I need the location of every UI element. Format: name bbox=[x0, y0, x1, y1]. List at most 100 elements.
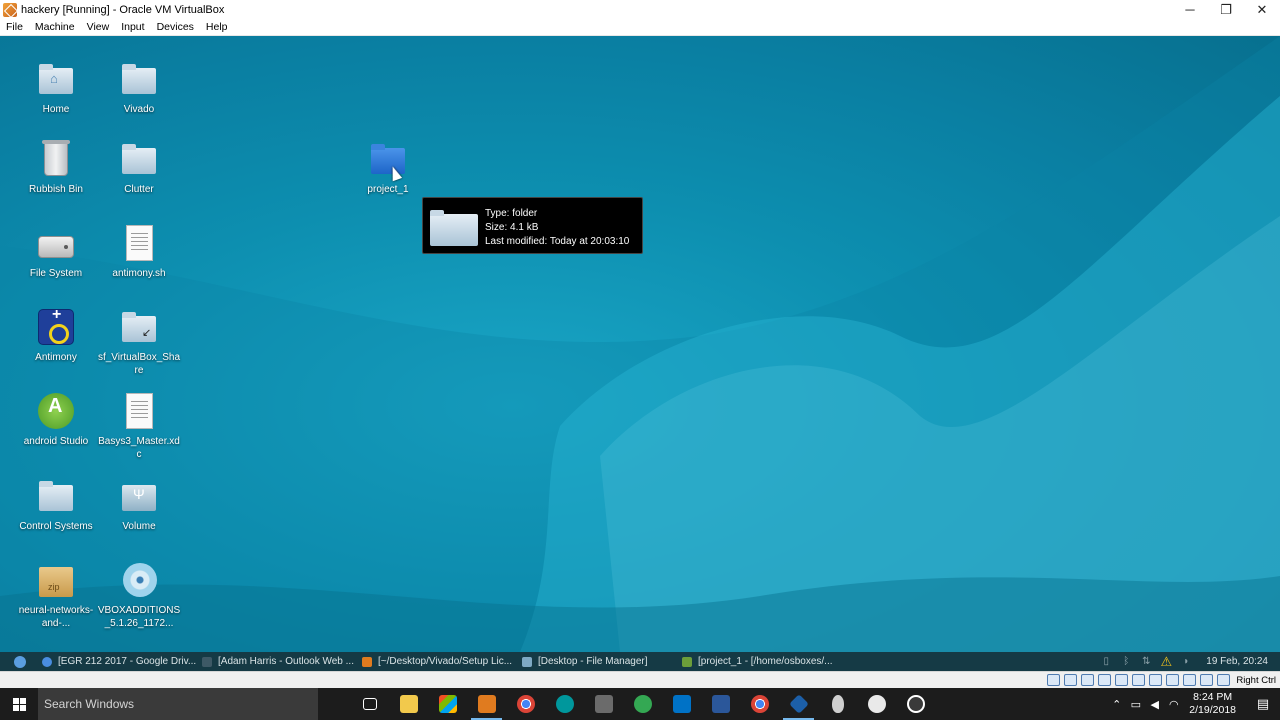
desktop-icon-antimony[interactable]: Antimony bbox=[14, 308, 98, 364]
warning-icon[interactable]: ⚠ bbox=[1156, 654, 1176, 670]
drive-icon bbox=[38, 236, 74, 258]
windows-clock[interactable]: 8:24 PM 2/19/2018 bbox=[1183, 691, 1246, 717]
desktop-icon-control-systems[interactable]: Control Systems bbox=[14, 477, 98, 533]
task-label: [EGR 212 2017 - Google Driv... bbox=[58, 656, 197, 667]
guest-applications-menu-button[interactable] bbox=[0, 652, 40, 671]
taskbar-sublime[interactable] bbox=[467, 688, 506, 720]
desktop-icon-antimony-sh[interactable]: antimony.sh bbox=[97, 224, 181, 280]
display-status-icon[interactable] bbox=[1149, 674, 1163, 686]
wifi-icon[interactable]: ◠ bbox=[1164, 698, 1183, 711]
desktop-icon-clutter[interactable]: Clutter bbox=[97, 140, 181, 196]
obs-icon bbox=[906, 695, 925, 713]
desktop-icon-sf-virtualbox-share[interactable]: sf_VirtualBox_Share bbox=[97, 308, 181, 377]
folder-icon bbox=[122, 64, 156, 94]
virtualbox-icon bbox=[788, 694, 809, 714]
guest-task-project-1[interactable]: [project_1 - [/home/osboxes/... bbox=[680, 656, 855, 667]
guest-task-setup-license[interactable]: [~/Desktop/Vivado/Setup Lic... bbox=[360, 656, 520, 667]
paint-icon bbox=[867, 695, 886, 713]
desktop-icon-file-system[interactable]: File System bbox=[14, 224, 98, 280]
taskbar-file-explorer[interactable] bbox=[389, 688, 428, 720]
menu-file[interactable]: File bbox=[0, 21, 29, 33]
menu-help[interactable]: Help bbox=[200, 21, 234, 33]
taskbar-word[interactable] bbox=[701, 688, 740, 720]
start-button[interactable] bbox=[0, 688, 38, 720]
minimize-button[interactable]: ─ bbox=[1172, 0, 1208, 19]
taskbar-store[interactable] bbox=[428, 688, 467, 720]
icon-label: Basys3_Master.xdc bbox=[98, 436, 180, 460]
icon-label: Antimony bbox=[35, 352, 77, 363]
bluetooth-icon[interactable]: ᛒ bbox=[1116, 656, 1136, 667]
guest-system-tray: ▯ ᛒ ⇅ ⚠ ◗ 19 Feb, 20:24 bbox=[1096, 654, 1280, 670]
usb-drive-icon bbox=[122, 485, 156, 511]
windows-logo-icon bbox=[12, 697, 26, 711]
vbox-status-bar: Right Ctrl bbox=[0, 671, 1280, 688]
network-icon[interactable]: ⇅ bbox=[1136, 656, 1156, 667]
task-label: [Desktop - File Manager] bbox=[538, 656, 648, 667]
trash-icon bbox=[42, 140, 70, 176]
usb-status-icon[interactable] bbox=[1115, 674, 1129, 686]
taskbar-calculator[interactable] bbox=[584, 688, 623, 720]
tooltip-size: Size: 4.1 kB bbox=[485, 222, 539, 233]
folder-icon bbox=[122, 144, 156, 174]
action-center-icon[interactable]: ▤ bbox=[1246, 696, 1280, 712]
windows-search-box[interactable]: Search Windows bbox=[38, 688, 318, 720]
vbox-title-bar: hackery [Running] - Oracle VM VirtualBox… bbox=[0, 0, 1280, 19]
taskbar-paint[interactable] bbox=[857, 688, 896, 720]
desktop-icon-neural-networks[interactable]: neural-networks-and-... bbox=[14, 561, 98, 630]
icon-label: android Studio bbox=[23, 436, 89, 447]
network-status-icon[interactable] bbox=[1098, 674, 1112, 686]
audio-status-icon[interactable] bbox=[1081, 674, 1095, 686]
video-capture-status-icon[interactable] bbox=[1166, 674, 1180, 686]
guest-clock[interactable]: 19 Feb, 20:24 bbox=[1206, 656, 1268, 667]
desktop-icon-android-studio[interactable]: android Studio bbox=[14, 392, 98, 448]
menu-input[interactable]: Input bbox=[115, 21, 150, 33]
taskbar-arduino[interactable] bbox=[545, 688, 584, 720]
guest-task-outlook[interactable]: [Adam Harris - Outlook Web ... bbox=[200, 656, 360, 667]
battery-icon[interactable]: ▯ bbox=[1096, 656, 1116, 667]
icon-label: Home bbox=[42, 104, 70, 115]
taskbar-mouse-app[interactable] bbox=[818, 688, 857, 720]
desktop-icon-home[interactable]: Home bbox=[14, 60, 98, 116]
task-view-button[interactable] bbox=[350, 688, 389, 720]
shared-folders-status-icon[interactable] bbox=[1132, 674, 1146, 686]
icon-label: Rubbish Bin bbox=[29, 184, 83, 195]
close-button[interactable]: ✕ bbox=[1244, 0, 1280, 19]
desktop-icon-basys3-master[interactable]: Basys3_Master.xdc bbox=[97, 392, 181, 461]
hard-disk-status-icon[interactable] bbox=[1047, 674, 1061, 686]
taskbar-maps[interactable] bbox=[623, 688, 662, 720]
word-icon bbox=[711, 695, 730, 713]
taskbar-chrome[interactable] bbox=[506, 688, 545, 720]
taskbar-chrome-2[interactable] bbox=[740, 688, 779, 720]
speaker-icon[interactable]: ◀ bbox=[1145, 698, 1164, 711]
menu-view[interactable]: View bbox=[81, 21, 116, 33]
desktop-icon-vivado[interactable]: Vivado bbox=[97, 60, 181, 116]
script-file-icon bbox=[126, 225, 153, 261]
cpu-status-icon[interactable] bbox=[1183, 674, 1197, 686]
guest-taskbar: [EGR 212 2017 - Google Driv... [Adam Har… bbox=[0, 652, 1280, 671]
optical-drive-status-icon[interactable] bbox=[1064, 674, 1078, 686]
desktop-icon-vboxadditions[interactable]: VBOXADDITIONS_5.1.26_1172... bbox=[97, 561, 181, 630]
taskbar-outlook[interactable] bbox=[662, 688, 701, 720]
outlook-icon bbox=[672, 695, 691, 713]
taskbar-virtualbox[interactable] bbox=[779, 688, 818, 720]
menu-machine[interactable]: Machine bbox=[29, 21, 81, 33]
desktop-icon-volume[interactable]: Volume bbox=[97, 477, 181, 533]
keyboard-capture-status-icon[interactable] bbox=[1217, 674, 1231, 686]
taskbar-obs[interactable] bbox=[896, 688, 935, 720]
menu-devices[interactable]: Devices bbox=[151, 21, 200, 33]
power-icon[interactable]: ▭ bbox=[1126, 698, 1145, 711]
vivado-icon bbox=[682, 656, 692, 667]
guest-desktop[interactable]: Home Vivado Rubbish Bin Clutter File Sys… bbox=[0, 36, 1280, 652]
restore-button[interactable]: ❐ bbox=[1208, 0, 1244, 19]
guest-task-google-drive[interactable]: [EGR 212 2017 - Google Driv... bbox=[40, 656, 200, 667]
chrome-icon bbox=[750, 695, 769, 713]
mouse-integration-status-icon[interactable] bbox=[1200, 674, 1214, 686]
show-hidden-icons-chevron-icon[interactable]: ⌃ bbox=[1107, 698, 1126, 711]
task-view-icon bbox=[362, 698, 377, 710]
desktop-icon-rubbish-bin[interactable]: Rubbish Bin bbox=[14, 140, 98, 196]
guest-task-file-manager[interactable]: [Desktop - File Manager] bbox=[520, 656, 680, 667]
icon-label: VBOXADDITIONS_5.1.26_1172... bbox=[97, 605, 181, 629]
icon-label: neural-networks-and-... bbox=[18, 605, 94, 629]
clock-time: 8:24 PM bbox=[1193, 691, 1233, 703]
volume-icon[interactable]: ◗ bbox=[1176, 656, 1196, 667]
